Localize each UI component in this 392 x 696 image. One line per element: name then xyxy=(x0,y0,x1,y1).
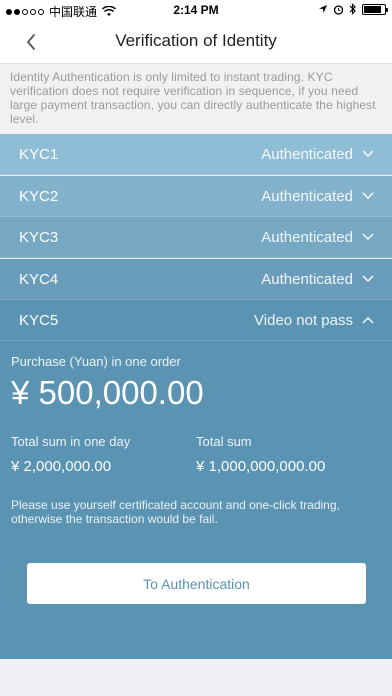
kyc-row-kyc2[interactable]: KYC2 Authenticated xyxy=(0,176,392,217)
daily-limit-label: Total sum in one day xyxy=(11,434,131,449)
battery-icon xyxy=(362,3,388,15)
trading-hint: Please use yourself certificated account… xyxy=(11,498,340,526)
navigation-bar: Verification of Identity xyxy=(0,20,392,64)
kyc-level-label: KYC5 xyxy=(19,311,59,329)
alarm-icon xyxy=(333,4,344,15)
chevron-down-icon xyxy=(362,192,374,199)
kyc-status-group: Authenticated xyxy=(261,229,374,246)
kyc-level-label: KYC1 xyxy=(19,145,59,163)
daily-limit-value: ¥ 2,000,000.00 xyxy=(11,458,112,475)
to-authentication-button[interactable]: To Authentication xyxy=(27,563,366,604)
kyc-level-label: KYC2 xyxy=(19,187,59,205)
location-icon xyxy=(319,5,327,13)
kyc5-detail-panel: Purchase (Yuan) in one order ¥ 500,000.0… xyxy=(0,341,392,659)
chevron-down-icon xyxy=(362,150,374,157)
kyc-status-text: Authenticated xyxy=(261,187,353,205)
purchase-limit-label: Purchase (Yuan) in one order xyxy=(11,354,181,369)
kyc-status-group: Authenticated xyxy=(261,271,374,288)
status-bar: 中国联通 2:14 PM xyxy=(0,0,392,20)
kyc-row-kyc3[interactable]: KYC3 Authenticated xyxy=(0,217,392,258)
chevron-down-icon xyxy=(362,233,374,240)
page-title: Verification of Identity xyxy=(115,31,277,50)
chevron-up-icon xyxy=(362,317,374,324)
kyc-status-text: Authenticated xyxy=(261,270,353,288)
kyc-status-text: Video not pass xyxy=(254,311,353,329)
purchase-limit-amount: ¥ 500,000.00 xyxy=(11,374,204,411)
kyc-status-text: Authenticated xyxy=(261,228,353,246)
kyc-row-kyc4[interactable]: KYC4 Authenticated xyxy=(0,259,392,300)
kyc-level-label: KYC3 xyxy=(19,228,59,246)
footer-area xyxy=(0,659,392,696)
chevron-down-icon xyxy=(362,275,374,282)
status-icons xyxy=(318,3,388,15)
kyc-status-text: Authenticated xyxy=(261,145,353,163)
total-limit-value: ¥ 1,000,000,000.00 xyxy=(196,458,326,475)
kyc-notice: Identity Authentication is only limited … xyxy=(0,65,392,134)
kyc-status-group: Authenticated xyxy=(261,188,374,205)
total-limit-label: Total sum xyxy=(196,434,252,449)
kyc-level-label: KYC4 xyxy=(19,270,59,288)
bluetooth-icon xyxy=(349,3,356,15)
kyc-row-kyc1[interactable]: KYC1 Authenticated xyxy=(0,134,392,175)
kyc-status-group: Video not pass xyxy=(254,312,374,329)
kyc-status-group: Authenticated xyxy=(261,146,374,163)
kyc-row-kyc5[interactable]: KYC5 Video not pass xyxy=(0,300,392,341)
